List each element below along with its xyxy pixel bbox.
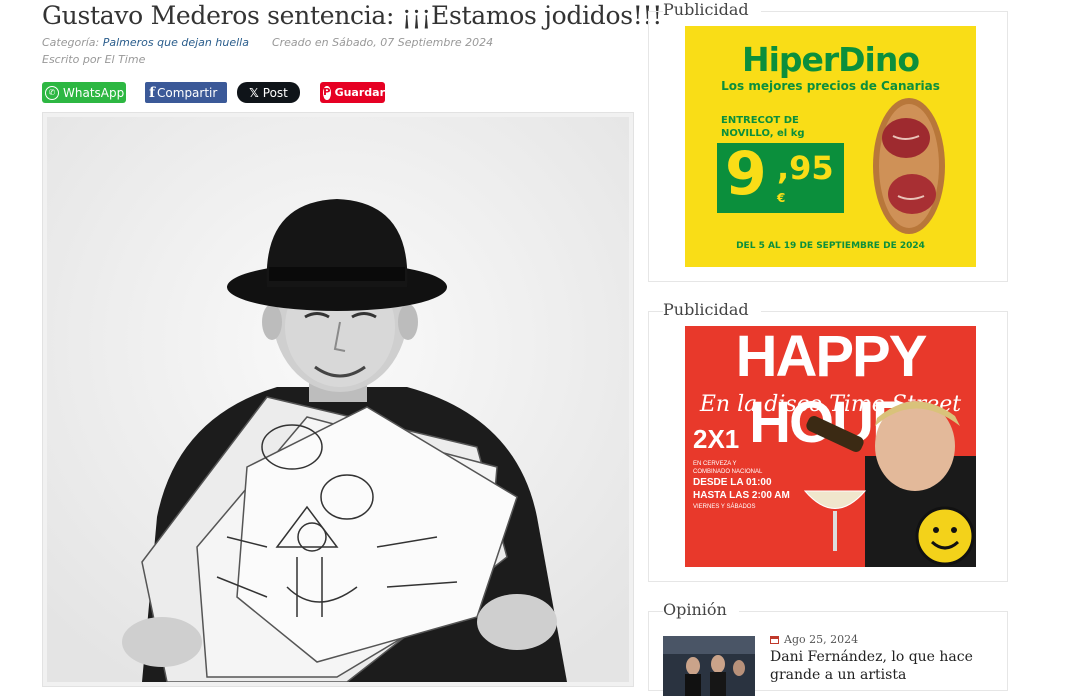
hiperdino-product: ENTRECOT DE NOVILLO, el kg	[721, 115, 805, 139]
price-integer: 9	[725, 139, 767, 209]
pinterest-icon: P	[323, 85, 331, 100]
facebook-share-button[interactable]: f Compartir	[145, 82, 227, 103]
opinion-date: Ago 25, 2024	[770, 633, 858, 646]
facebook-label: Compartir	[157, 85, 218, 100]
portrait-illustration	[47, 117, 629, 682]
x-icon: 𝕏	[249, 85, 259, 100]
hiperdino-ad[interactable]: HiperDino Los mejores precios de Canaria…	[685, 26, 976, 267]
happy-hour-promo-detail: EN CERVEZA Y COMBINADO NACIONAL	[693, 461, 763, 475]
pinterest-label: Guardar	[334, 86, 385, 99]
happy-hour-hours: DESDE LA 01:00 HASTA LAS 2:00 AM	[693, 477, 790, 501]
pinterest-save-button[interactable]: P Guardar	[320, 82, 385, 103]
ad-heading-1: Publicidad	[663, 0, 761, 19]
hiperdino-dates: DEL 5 AL 19 DE SEPTIEMBRE DE 2024	[736, 241, 925, 251]
x-post-button[interactable]: 𝕏 Post	[237, 82, 300, 103]
facebook-icon: f	[149, 84, 156, 101]
price-decimal: ,95	[777, 149, 834, 187]
article-title[interactable]: Gustavo Mederos sentencia: ¡¡¡Estamos jo…	[42, 1, 662, 30]
article-photo[interactable]	[47, 117, 629, 682]
whatsapp-share-button[interactable]: ✆ WhatsApp	[42, 82, 126, 103]
ad-heading-2: Publicidad	[663, 300, 761, 319]
hiperdino-logo: HiperDino	[741, 40, 920, 79]
calendar-icon	[770, 636, 779, 644]
author-line: Escrito por El Time	[42, 53, 146, 66]
category-link[interactable]: Palmeros que dejan huella	[103, 36, 249, 49]
happy-hour-days: VIERNES Y SÁBADOS	[693, 504, 756, 510]
happy-hour-ad[interactable]: HAPPY HOUR En la disco Time Street 2X1 E…	[685, 326, 976, 567]
opinion-thumbnail[interactable]	[663, 636, 755, 696]
happy-hour-photo	[803, 401, 976, 567]
concert-image	[663, 636, 755, 696]
article-image-frame	[42, 112, 634, 687]
happy-hour-promo: 2X1	[693, 424, 740, 454]
hiperdino-tagline: Los mejores precios de Canarias	[721, 79, 940, 93]
created-date: Creado en Sábado, 07 Septiembre 2024	[271, 36, 494, 49]
whatsapp-icon: ✆	[45, 85, 59, 100]
opinion-heading: Opinión	[663, 600, 739, 619]
opinion-title-link[interactable]: Dani Fernández, lo que hace grande a un …	[770, 648, 1000, 684]
price-currency: €	[777, 191, 786, 205]
whatsapp-label: WhatsApp	[63, 85, 125, 100]
article-meta: Categoría: Palmeros que dejan huella Cre…	[42, 36, 493, 49]
opinion-date-text: Ago 25, 2024	[784, 633, 859, 646]
hiperdino-price-box: 9 ,95 €	[717, 139, 844, 213]
x-label: Post	[262, 85, 288, 100]
steak-image	[873, 98, 945, 234]
category-label: Categoría:	[42, 36, 100, 49]
